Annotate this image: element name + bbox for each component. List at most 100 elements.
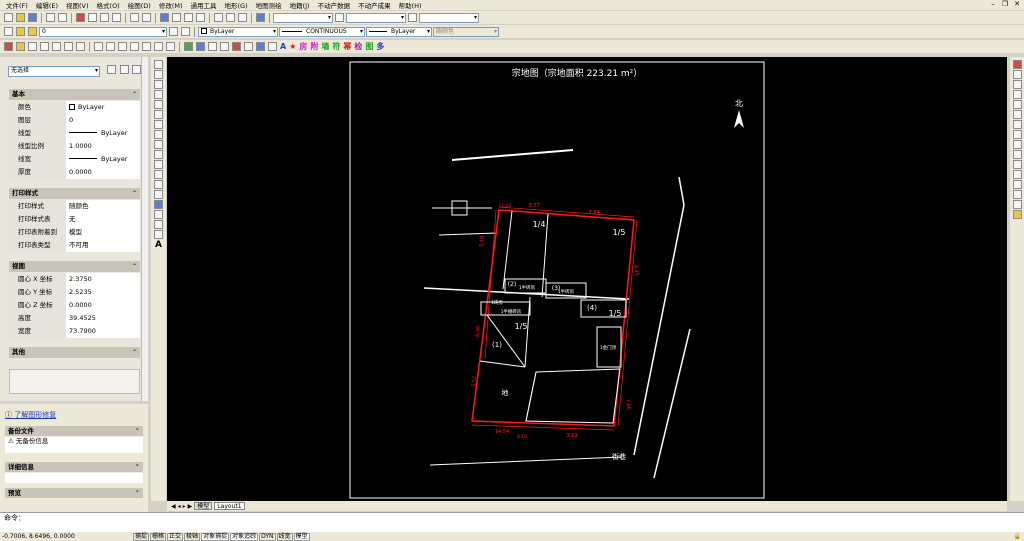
section-view[interactable]: 视图 ⌃: [9, 261, 140, 272]
tool-icon-20[interactable]: [244, 42, 253, 51]
point-icon[interactable]: [154, 190, 163, 199]
preview-section[interactable]: 预览 ⌃: [5, 488, 143, 498]
revcloud-icon[interactable]: [154, 130, 163, 139]
glyph-icon-1[interactable]: A: [280, 42, 286, 51]
rotate-icon[interactable]: [1012, 120, 1022, 129]
menu-file[interactable]: 文件(F): [2, 0, 32, 10]
help-icon[interactable]: [256, 13, 265, 22]
glyph-icon-10[interactable]: 多: [376, 41, 384, 52]
dyn-toggle[interactable]: DYN: [259, 532, 276, 541]
make-block-icon[interactable]: [154, 180, 163, 189]
tool-icon-7[interactable]: [76, 42, 85, 51]
fillet-icon[interactable]: [1012, 200, 1022, 209]
tool-icon-14[interactable]: [166, 42, 175, 51]
layer-manager-icon[interactable]: [4, 27, 13, 36]
glyph-icon-8[interactable]: 检: [354, 41, 362, 52]
tool-icon-13[interactable]: [154, 42, 163, 51]
prop-row-attached[interactable]: 打印表附着到 模型: [9, 225, 140, 239]
construction-line-icon[interactable]: [154, 70, 163, 79]
arc-icon[interactable]: [154, 110, 163, 119]
tool-icon-22[interactable]: [268, 42, 277, 51]
tool-palette-icon[interactable]: [238, 13, 247, 22]
glyph-icon-7[interactable]: 幂: [343, 41, 351, 52]
array-icon[interactable]: [1012, 100, 1022, 109]
collapse-icon[interactable]: ⌃: [132, 188, 137, 199]
prop-row-plotstyle[interactable]: 打印样式 随颜色: [9, 199, 140, 213]
menu-view[interactable]: 视图(V): [62, 0, 93, 10]
table-icon[interactable]: [154, 230, 163, 239]
prop-row-layer[interactable]: 图层 0: [9, 113, 140, 127]
linetype-dropdown[interactable]: CONTINUOUS: [279, 26, 365, 37]
zoom-window-icon[interactable]: [184, 13, 193, 22]
tool-icon-12[interactable]: [142, 42, 151, 51]
tool-icon-15[interactable]: [184, 42, 193, 51]
prop-row-plottable[interactable]: 打印样式表无: [9, 212, 140, 226]
prop-row-thickness[interactable]: 厚度 0.0000: [9, 165, 140, 179]
spline-icon[interactable]: [154, 140, 163, 149]
polygon-icon[interactable]: [154, 90, 163, 99]
quick-select-icon[interactable]: [132, 65, 141, 74]
toggle-pickadd-icon[interactable]: [107, 65, 116, 74]
glyph-icon-4[interactable]: 附: [310, 41, 318, 52]
lineweight-toggle[interactable]: 线宽: [276, 532, 293, 541]
open-icon[interactable]: [16, 13, 25, 22]
tool-icon-1[interactable]: [4, 42, 13, 51]
paste-icon[interactable]: [100, 13, 109, 22]
cut-icon[interactable]: [76, 13, 85, 22]
menu-realty-data[interactable]: 不动产数据: [314, 0, 355, 10]
select-objects-icon[interactable]: [120, 65, 129, 74]
menu-modify[interactable]: 修改(M): [155, 0, 187, 10]
menu-tools[interactable]: 通用工具: [187, 0, 221, 10]
drawing-canvas[interactable]: 宗地图（宗地面积 223.21 m²） 北 1/4 1/5 1/5 1/5 (1: [167, 57, 1007, 501]
copy-icon[interactable]: [88, 13, 97, 22]
pan-icon[interactable]: [160, 13, 169, 22]
menu-mapping[interactable]: 地图测绘: [252, 0, 286, 10]
collapse-icon[interactable]: ⌃: [135, 462, 140, 472]
join-icon[interactable]: [1012, 180, 1022, 189]
tool-icon-11[interactable]: [130, 42, 139, 51]
zoom-realtime-icon[interactable]: [172, 13, 181, 22]
make-current-icon[interactable]: [169, 27, 178, 36]
move-icon[interactable]: [1012, 110, 1022, 119]
collapse-icon[interactable]: ⌃: [135, 488, 140, 498]
rectangle-icon[interactable]: [154, 100, 163, 109]
save-icon[interactable]: [28, 13, 37, 22]
insert-block-icon[interactable]: [154, 170, 163, 179]
polyline-icon[interactable]: [154, 80, 163, 89]
undo-icon[interactable]: [130, 13, 139, 22]
section-other[interactable]: 其他 ⌃: [9, 347, 140, 358]
erase-icon[interactable]: [1012, 60, 1022, 69]
tab-last-icon[interactable]: ▶: [188, 503, 193, 510]
tool-icon-19[interactable]: [232, 42, 241, 51]
line-icon[interactable]: [154, 60, 163, 69]
menu-cadastre[interactable]: 地籍(J): [286, 0, 314, 10]
ellipse-icon[interactable]: [154, 150, 163, 159]
grid-toggle[interactable]: 栅格: [150, 532, 167, 541]
circle-icon[interactable]: [154, 120, 163, 129]
redo-icon[interactable]: [142, 13, 151, 22]
style-icon[interactable]: [335, 13, 344, 22]
tool-icon-3[interactable]: [28, 42, 37, 51]
prop-row-linetype[interactable]: 线型 ByLayer: [9, 126, 140, 140]
zoom-previous-icon[interactable]: [196, 13, 205, 22]
section-basic[interactable]: 基本 ⌃: [9, 89, 140, 100]
tab-model[interactable]: 模型: [194, 502, 213, 510]
tool-icon-21[interactable]: [256, 42, 265, 51]
extend-icon[interactable]: [1012, 160, 1022, 169]
prop-row-lineweight[interactable]: 线宽 ByLayer: [9, 152, 140, 166]
tool-icon-4[interactable]: [40, 42, 49, 51]
tool-icon-9[interactable]: [106, 42, 115, 51]
match-icon[interactable]: [112, 13, 121, 22]
copy-object-icon[interactable]: [1012, 70, 1022, 79]
dim-style-dropdown[interactable]: [419, 12, 479, 23]
prop-row-center-y[interactable]: 圆心 Y 坐标 2.5235: [9, 285, 140, 299]
prop-row-width[interactable]: 宽度 73.7900: [9, 324, 140, 338]
glyph-icon-9[interactable]: 图: [365, 41, 373, 52]
tool-icon-18[interactable]: [220, 42, 229, 51]
prop-row-tabletype[interactable]: 打印表类型 不可用: [9, 238, 140, 252]
tool-icon-16[interactable]: [196, 42, 205, 51]
model-toggle[interactable]: 模型: [293, 532, 310, 541]
layer-dropdown[interactable]: 0: [39, 26, 167, 37]
prop-row-height[interactable]: 高度 39.4525: [9, 311, 140, 325]
tool-icon-10[interactable]: [118, 42, 127, 51]
